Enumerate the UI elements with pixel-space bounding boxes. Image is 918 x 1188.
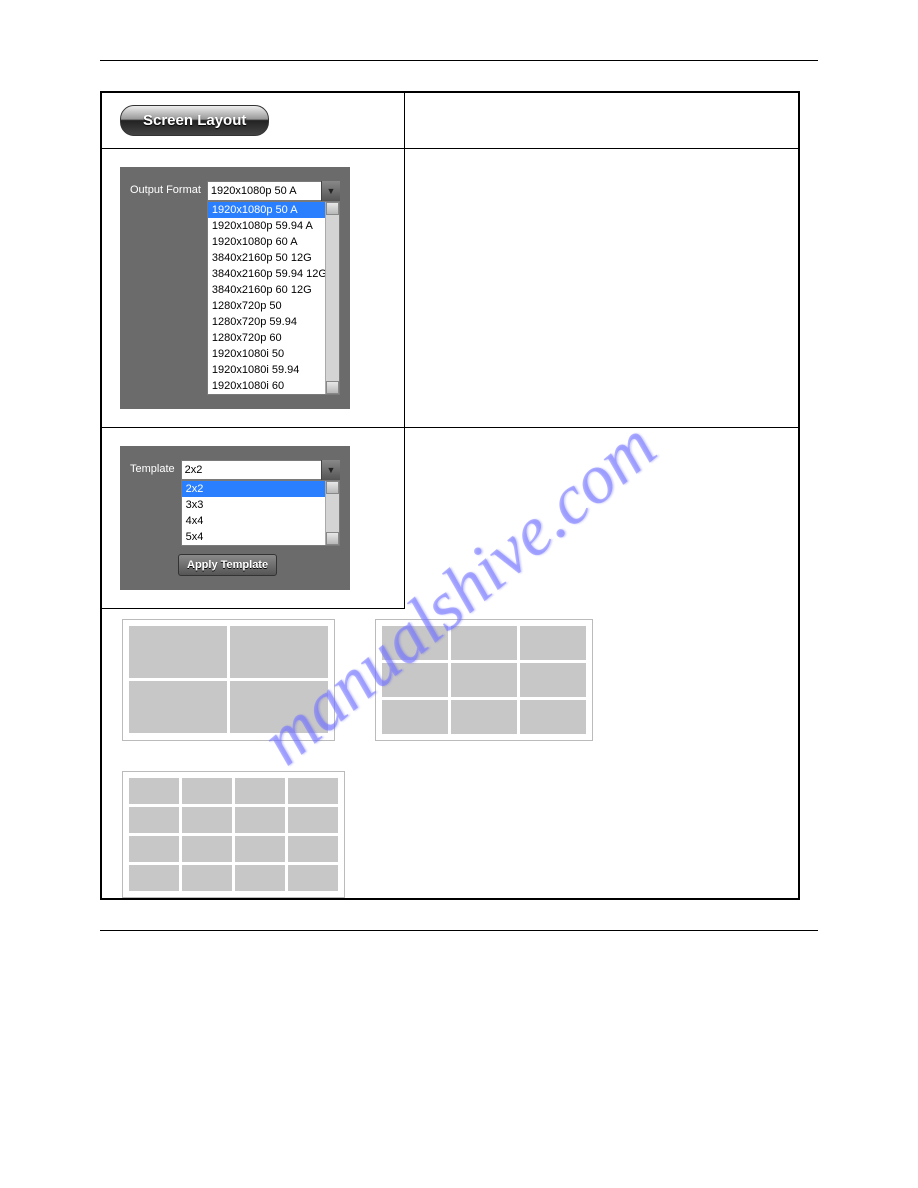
template-preview-3x3 <box>375 619 593 741</box>
output-format-dropdown[interactable]: 1920x1080p 50 A 1920x1080p 59.94 A 1920x… <box>207 201 340 395</box>
scrollbar[interactable] <box>325 481 339 545</box>
dropdown-option[interactable]: 1920x1080p 50 A <box>208 202 326 218</box>
template-input[interactable] <box>181 460 340 480</box>
dropdown-option[interactable]: 1920x1080p 60 A <box>208 234 326 250</box>
template-preview-4x4 <box>122 771 345 898</box>
dropdown-option[interactable]: 1920x1080i 50 <box>208 346 326 362</box>
template-preview-2x2 <box>122 619 335 741</box>
dropdown-option[interactable]: 1280x720p 50 <box>208 298 326 314</box>
dropdown-option[interactable]: 3x3 <box>182 497 326 513</box>
empty-cell <box>404 92 799 149</box>
empty-cell <box>404 149 799 428</box>
header-divider <box>100 60 818 61</box>
scrollbar[interactable] <box>325 202 339 394</box>
dropdown-option[interactable]: 3840x2160p 50 12G <box>208 250 326 266</box>
empty-cell <box>404 428 799 609</box>
screen-layout-button[interactable]: Screen Layout <box>120 105 269 136</box>
dropdown-option[interactable]: 1920x1080p 59.94 A <box>208 218 326 234</box>
dropdown-option[interactable]: 1920x1080i 59.94 <box>208 362 326 378</box>
output-format-panel: Output Format ▼ 1920x1080p 50 A 1920x108… <box>120 167 350 409</box>
apply-template-button[interactable]: Apply Template <box>178 554 277 576</box>
dropdown-option[interactable]: 2x2 <box>182 481 326 497</box>
output-format-label: Output Format <box>130 181 201 196</box>
dropdown-option[interactable]: 1280x720p 60 <box>208 330 326 346</box>
dropdown-option[interactable]: 5x4 <box>182 529 326 545</box>
template-panel: Template ▼ 2x2 3x3 4x4 5x4 <box>120 446 350 590</box>
dropdown-option[interactable]: 4x4 <box>182 513 326 529</box>
template-dropdown[interactable]: 2x2 3x3 4x4 5x4 <box>181 480 340 546</box>
layout-table: Screen Layout Output Format ▼ 1920x1080p… <box>100 91 800 900</box>
dropdown-option[interactable]: 1280x720p 59.94 <box>208 314 326 330</box>
chevron-down-icon[interactable]: ▼ <box>321 460 340 480</box>
dropdown-option[interactable]: 1920x1080i 60 <box>208 378 326 394</box>
dropdown-option[interactable]: 3840x2160p 59.94 12G <box>208 266 326 282</box>
dropdown-option[interactable]: 3840x2160p 60 12G <box>208 282 326 298</box>
chevron-down-icon[interactable]: ▼ <box>321 181 340 201</box>
template-thumbnails <box>102 609 798 898</box>
template-label: Template <box>130 460 175 475</box>
footer-divider <box>100 930 818 931</box>
